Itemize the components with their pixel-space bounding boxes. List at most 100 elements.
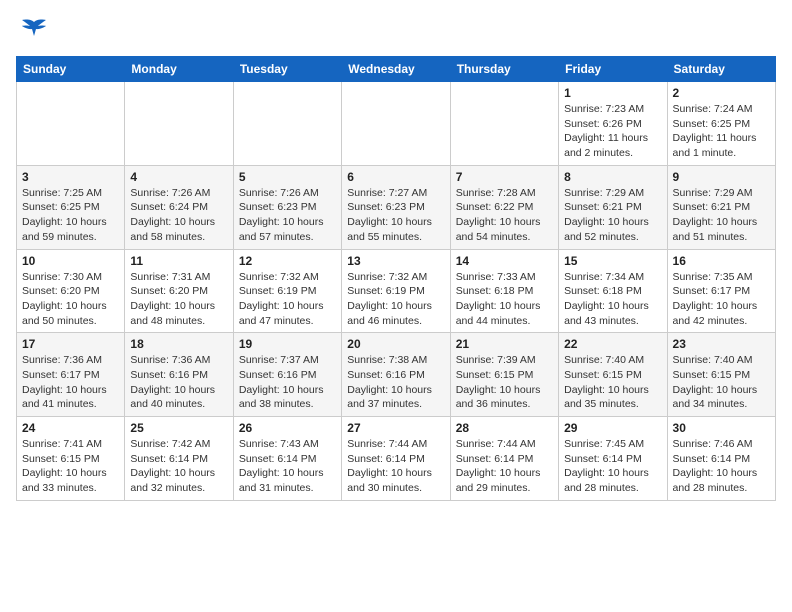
day-info: Sunrise: 7:45 AMSunset: 6:14 PMDaylight:… — [564, 437, 661, 496]
day-info: Sunrise: 7:37 AMSunset: 6:16 PMDaylight:… — [239, 353, 336, 412]
day-number: 8 — [564, 170, 661, 184]
day-number: 25 — [130, 421, 227, 435]
calendar-cell: 21Sunrise: 7:39 AMSunset: 6:15 PMDayligh… — [450, 333, 558, 417]
day-info: Sunrise: 7:27 AMSunset: 6:23 PMDaylight:… — [347, 186, 444, 245]
day-number: 18 — [130, 337, 227, 351]
weekday-header-saturday: Saturday — [667, 57, 775, 82]
day-number: 14 — [456, 254, 553, 268]
day-info: Sunrise: 7:43 AMSunset: 6:14 PMDaylight:… — [239, 437, 336, 496]
calendar-cell: 23Sunrise: 7:40 AMSunset: 6:15 PMDayligh… — [667, 333, 775, 417]
day-info: Sunrise: 7:24 AMSunset: 6:25 PMDaylight:… — [673, 102, 770, 161]
day-number: 21 — [456, 337, 553, 351]
week-row-2: 3 Sunrise: 7:25 AMSunset: 6:25 PMDaylight… — [17, 165, 776, 249]
week-row-5: 24 Sunrise: 7:41 AMSunset: 6:15 PMDayligh… — [17, 417, 776, 501]
calendar-cell: 29 Sunrise: 7:45 AMSunset: 6:14 PMDayligh… — [559, 417, 667, 501]
day-info: Sunrise: 7:29 AMSunset: 6:21 PMDaylight:… — [673, 186, 770, 245]
day-info: Sunrise: 7:26 AMSunset: 6:24 PMDaylight:… — [130, 186, 227, 245]
calendar-cell: 22 Sunrise: 7:40 AMSunset: 6:15 PMDayligh… — [559, 333, 667, 417]
day-info: Sunrise: 7:23 AMSunset: 6:26 PMDaylight:… — [564, 102, 661, 161]
calendar-cell: 30 Sunrise: 7:46 AMSunset: 6:14 PMDayligh… — [667, 417, 775, 501]
calendar-cell — [233, 82, 341, 166]
day-info: Sunrise: 7:40 AMSunset: 6:15 PMDaylight:… — [564, 353, 661, 412]
calendar-cell: 2 Sunrise: 7:24 AMSunset: 6:25 PMDaylight… — [667, 82, 775, 166]
weekday-header-tuesday: Tuesday — [233, 57, 341, 82]
calendar-cell: 1Sunrise: 7:23 AMSunset: 6:26 PMDaylight… — [559, 82, 667, 166]
day-info: Sunrise: 7:29 AMSunset: 6:21 PMDaylight:… — [564, 186, 661, 245]
day-info: Sunrise: 7:36 AMSunset: 6:17 PMDaylight:… — [22, 353, 119, 412]
day-number: 26 — [239, 421, 336, 435]
day-info: Sunrise: 7:32 AMSunset: 6:19 PMDaylight:… — [347, 270, 444, 329]
header — [16, 16, 776, 44]
calendar-cell: 20 Sunrise: 7:38 AMSunset: 6:16 PMDayligh… — [342, 333, 450, 417]
week-row-4: 17Sunrise: 7:36 AMSunset: 6:17 PMDayligh… — [17, 333, 776, 417]
calendar-cell: 19 Sunrise: 7:37 AMSunset: 6:16 PMDayligh… — [233, 333, 341, 417]
day-info: Sunrise: 7:25 AMSunset: 6:25 PMDaylight:… — [22, 186, 119, 245]
day-number: 23 — [673, 337, 770, 351]
day-info: Sunrise: 7:46 AMSunset: 6:14 PMDaylight:… — [673, 437, 770, 496]
calendar-cell: 12 Sunrise: 7:32 AMSunset: 6:19 PMDayligh… — [233, 249, 341, 333]
weekday-header-wednesday: Wednesday — [342, 57, 450, 82]
calendar-cell: 3 Sunrise: 7:25 AMSunset: 6:25 PMDaylight… — [17, 165, 125, 249]
calendar-cell: 15 Sunrise: 7:34 AMSunset: 6:18 PMDayligh… — [559, 249, 667, 333]
calendar-cell: 10Sunrise: 7:30 AMSunset: 6:20 PMDayligh… — [17, 249, 125, 333]
calendar-cell: 16 Sunrise: 7:35 AMSunset: 6:17 PMDayligh… — [667, 249, 775, 333]
calendar-cell: 4 Sunrise: 7:26 AMSunset: 6:24 PMDaylight… — [125, 165, 233, 249]
day-number: 2 — [673, 86, 770, 100]
day-number: 4 — [130, 170, 227, 184]
day-info: Sunrise: 7:38 AMSunset: 6:16 PMDaylight:… — [347, 353, 444, 412]
weekday-header-thursday: Thursday — [450, 57, 558, 82]
day-number: 13 — [347, 254, 444, 268]
calendar-cell: 14 Sunrise: 7:33 AMSunset: 6:18 PMDayligh… — [450, 249, 558, 333]
day-info: Sunrise: 7:35 AMSunset: 6:17 PMDaylight:… — [673, 270, 770, 329]
calendar-cell: 9Sunrise: 7:29 AMSunset: 6:21 PMDaylight… — [667, 165, 775, 249]
day-number: 24 — [22, 421, 119, 435]
day-info: Sunrise: 7:41 AMSunset: 6:15 PMDaylight:… — [22, 437, 119, 496]
calendar-cell — [450, 82, 558, 166]
calendar-cell: 13 Sunrise: 7:32 AMSunset: 6:19 PMDayligh… — [342, 249, 450, 333]
logo-bird-icon — [20, 16, 48, 44]
calendar-cell: 26 Sunrise: 7:43 AMSunset: 6:14 PMDayligh… — [233, 417, 341, 501]
calendar-cell: 6 Sunrise: 7:27 AMSunset: 6:23 PMDaylight… — [342, 165, 450, 249]
day-info: Sunrise: 7:42 AMSunset: 6:14 PMDaylight:… — [130, 437, 227, 496]
day-info: Sunrise: 7:34 AMSunset: 6:18 PMDaylight:… — [564, 270, 661, 329]
day-info: Sunrise: 7:44 AMSunset: 6:14 PMDaylight:… — [347, 437, 444, 496]
calendar-cell: 28Sunrise: 7:44 AMSunset: 6:14 PMDayligh… — [450, 417, 558, 501]
day-number: 20 — [347, 337, 444, 351]
day-info: Sunrise: 7:26 AMSunset: 6:23 PMDaylight:… — [239, 186, 336, 245]
day-number: 6 — [347, 170, 444, 184]
calendar-cell: 7 Sunrise: 7:28 AMSunset: 6:22 PMDaylight… — [450, 165, 558, 249]
day-number: 22 — [564, 337, 661, 351]
day-info: Sunrise: 7:36 AMSunset: 6:16 PMDaylight:… — [130, 353, 227, 412]
day-number: 12 — [239, 254, 336, 268]
calendar-cell — [125, 82, 233, 166]
calendar-cell: 24 Sunrise: 7:41 AMSunset: 6:15 PMDayligh… — [17, 417, 125, 501]
day-info: Sunrise: 7:31 AMSunset: 6:20 PMDaylight:… — [130, 270, 227, 329]
logo — [16, 16, 48, 44]
calendar-cell: 18 Sunrise: 7:36 AMSunset: 6:16 PMDayligh… — [125, 333, 233, 417]
week-row-1: 1Sunrise: 7:23 AMSunset: 6:26 PMDaylight… — [17, 82, 776, 166]
day-number: 15 — [564, 254, 661, 268]
day-info: Sunrise: 7:33 AMSunset: 6:18 PMDaylight:… — [456, 270, 553, 329]
calendar-cell: 11 Sunrise: 7:31 AMSunset: 6:20 PMDayligh… — [125, 249, 233, 333]
calendar-cell: 17Sunrise: 7:36 AMSunset: 6:17 PMDayligh… — [17, 333, 125, 417]
day-number: 11 — [130, 254, 227, 268]
day-number: 27 — [347, 421, 444, 435]
calendar-cell: 5Sunrise: 7:26 AMSunset: 6:23 PMDaylight… — [233, 165, 341, 249]
calendar-cell: 25 Sunrise: 7:42 AMSunset: 6:14 PMDayligh… — [125, 417, 233, 501]
calendar-cell: 8 Sunrise: 7:29 AMSunset: 6:21 PMDaylight… — [559, 165, 667, 249]
day-number: 7 — [456, 170, 553, 184]
calendar-cell — [342, 82, 450, 166]
weekday-header-friday: Friday — [559, 57, 667, 82]
day-info: Sunrise: 7:44 AMSunset: 6:14 PMDaylight:… — [456, 437, 553, 496]
day-info: Sunrise: 7:32 AMSunset: 6:19 PMDaylight:… — [239, 270, 336, 329]
day-number: 29 — [564, 421, 661, 435]
day-number: 16 — [673, 254, 770, 268]
day-number: 3 — [22, 170, 119, 184]
weekday-header-row: SundayMondayTuesdayWednesdayThursdayFrid… — [17, 57, 776, 82]
weekday-header-monday: Monday — [125, 57, 233, 82]
day-number: 30 — [673, 421, 770, 435]
day-info: Sunrise: 7:28 AMSunset: 6:22 PMDaylight:… — [456, 186, 553, 245]
day-number: 19 — [239, 337, 336, 351]
calendar: SundayMondayTuesdayWednesdayThursdayFrid… — [16, 56, 776, 501]
weekday-header-sunday: Sunday — [17, 57, 125, 82]
